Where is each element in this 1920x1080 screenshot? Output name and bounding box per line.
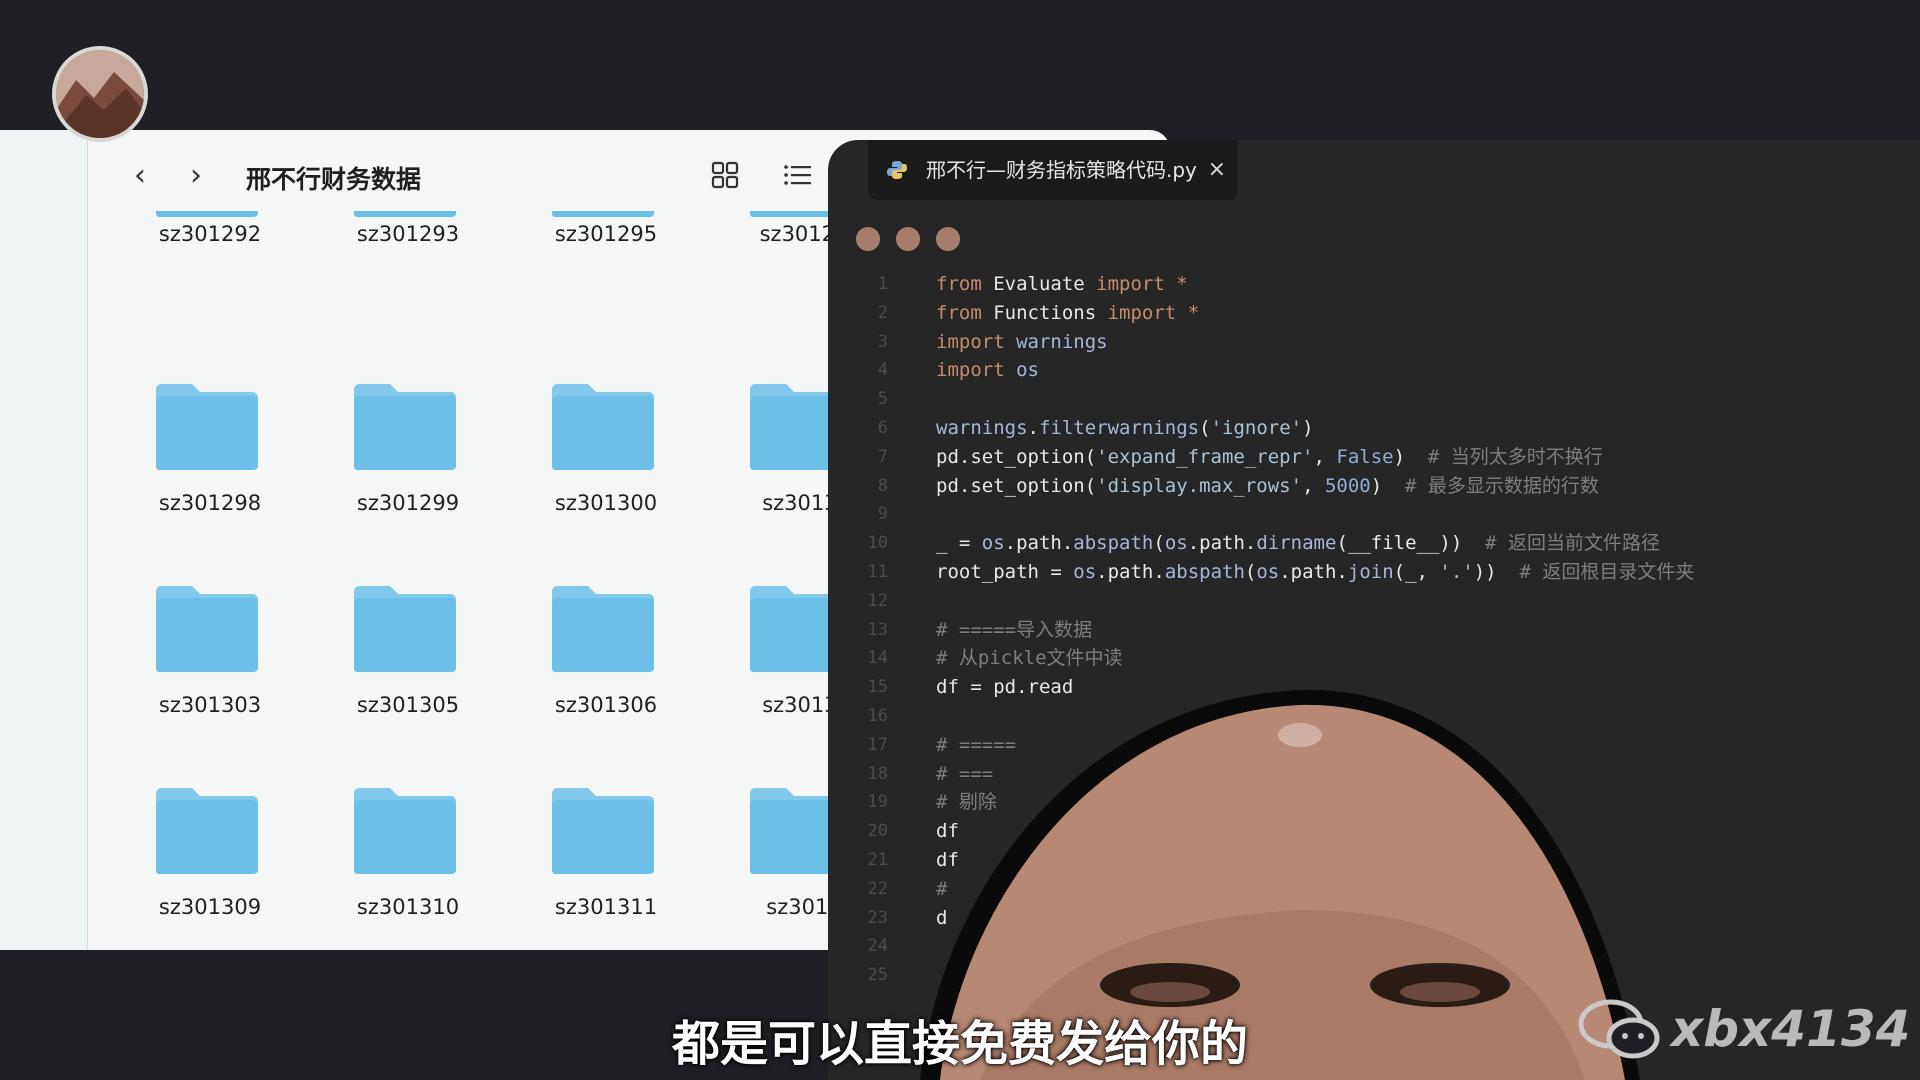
code-text: import os bbox=[936, 359, 1039, 382]
folder-item[interactable]: sz301306 bbox=[516, 582, 696, 772]
watermark: xbx4134 bbox=[1575, 996, 1915, 1066]
line-number: 5 bbox=[877, 389, 888, 410]
code-text: import warnings bbox=[936, 330, 1108, 353]
editor-tab-title: 邢不行—财务指标策略代码.py bbox=[926, 158, 1197, 182]
folder-label: sz301306 bbox=[554, 693, 658, 717]
line-number: 8 bbox=[877, 475, 888, 496]
folder-item[interactable]: sz301298 bbox=[120, 380, 300, 570]
folder-label: sz301303 bbox=[158, 693, 262, 717]
window-close-button[interactable] bbox=[856, 227, 880, 251]
folder-label: sz301300 bbox=[554, 491, 658, 515]
code-text: root_path = os.path.abspath(os.path.join… bbox=[936, 561, 1695, 583]
code-text: from Evaluate import * bbox=[936, 273, 1188, 295]
folder-label: sz301311 bbox=[554, 895, 658, 919]
folder-icon bbox=[152, 582, 260, 674]
line-number: 4 bbox=[877, 360, 888, 381]
folder-label: sz301292 bbox=[158, 222, 262, 246]
folder-icon bbox=[548, 784, 656, 876]
python-file-icon bbox=[887, 161, 907, 179]
folder-item[interactable]: sz301310 bbox=[318, 784, 498, 950]
code-text: from Functions import * bbox=[936, 301, 1200, 324]
line-number: 3 bbox=[877, 331, 888, 352]
line-number: 9 bbox=[877, 504, 888, 525]
folder-icon bbox=[548, 582, 656, 674]
watermark-text: xbx4134 bbox=[1671, 1000, 1911, 1058]
avatar-image bbox=[56, 50, 144, 138]
line-number: 1 bbox=[877, 274, 888, 294]
editor-tab[interactable]: 邢不行—财务指标策略代码.py × bbox=[868, 140, 1238, 200]
folder-item[interactable]: sz301295 bbox=[516, 130, 696, 301]
line-number: 7 bbox=[877, 446, 888, 467]
folder-item[interactable]: sz301311 bbox=[516, 784, 696, 950]
folder-icon bbox=[152, 380, 260, 472]
line-number: 11 bbox=[867, 562, 888, 582]
folder-item[interactable]: sz301305 bbox=[318, 582, 498, 772]
folder-label: sz301299 bbox=[356, 491, 460, 515]
folder-item[interactable]: sz301300 bbox=[516, 380, 696, 570]
finder-sidebar bbox=[0, 130, 88, 950]
line-number: 2 bbox=[877, 302, 888, 323]
folder-icon bbox=[350, 582, 458, 674]
wechat-icon bbox=[1578, 999, 1660, 1059]
window-zoom-button[interactable] bbox=[936, 227, 960, 251]
folder-item[interactable]: sz301303 bbox=[120, 582, 300, 772]
folder-item[interactable]: sz301292 bbox=[120, 130, 300, 301]
folder-label: sz301293 bbox=[356, 222, 460, 246]
code-text: _ = os.path.abspath(os.path.dirname(__fi… bbox=[936, 532, 1661, 555]
folder-icon bbox=[152, 211, 260, 219]
folder-icon bbox=[350, 211, 458, 219]
folder-icon bbox=[548, 380, 656, 472]
line-number: 10 bbox=[867, 533, 888, 554]
folder-label: sz301298 bbox=[158, 491, 262, 515]
folder-item[interactable]: sz301293 bbox=[318, 130, 498, 301]
line-number: 6 bbox=[877, 418, 888, 438]
window-minimize-button[interactable] bbox=[896, 227, 920, 251]
code-text: warnings.filterwarnings('ignore') bbox=[936, 417, 1314, 439]
folder-item[interactable]: sz301299 bbox=[318, 380, 498, 570]
folder-icon bbox=[548, 211, 656, 219]
code-text: pd.set_option('expand_frame_repr', False… bbox=[936, 445, 1603, 468]
folder-label: sz301310 bbox=[356, 895, 460, 919]
folder-item[interactable]: sz301309 bbox=[120, 784, 300, 950]
avatar bbox=[52, 46, 148, 142]
folder-icon bbox=[152, 784, 260, 876]
folder-icon bbox=[350, 380, 458, 472]
close-icon[interactable]: × bbox=[1208, 140, 1226, 200]
folder-label: sz301295 bbox=[554, 222, 658, 246]
code-text: pd.set_option('display.max_rows', 5000) … bbox=[936, 474, 1599, 497]
folder-label: sz301305 bbox=[356, 693, 460, 717]
folder-label: sz301309 bbox=[158, 895, 262, 919]
folder-icon bbox=[350, 784, 458, 876]
